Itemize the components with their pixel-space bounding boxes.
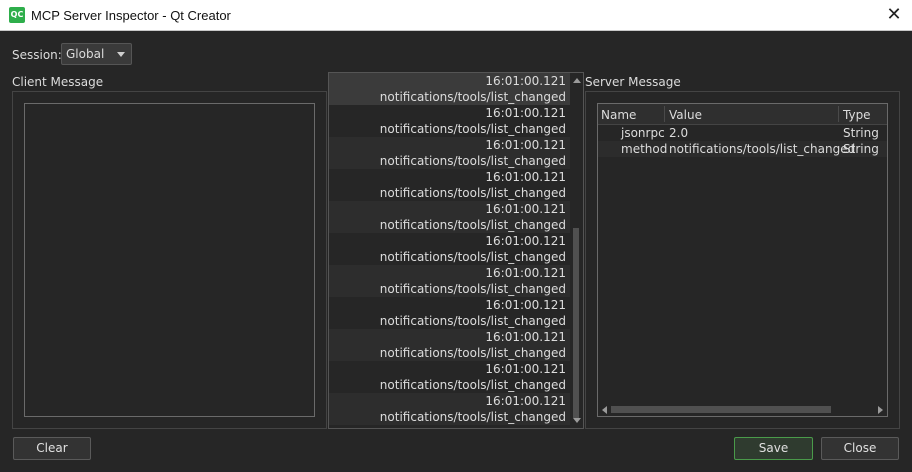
message-timestamp: 16:01:00.121 (485, 202, 566, 216)
server-message-label: Server Message (585, 75, 681, 89)
message-timestamp: 16:01:00.121 (485, 362, 566, 376)
session-combobox[interactable]: Global (61, 43, 132, 65)
cell-type: String (843, 126, 879, 140)
cell-name: jsonrpc (621, 126, 665, 140)
list-item[interactable]: 16:01:00.121 notifications/tools/list_cha… (329, 233, 571, 265)
message-method: notifications/tools/list_changed (379, 282, 566, 296)
cell-name: method (621, 142, 668, 156)
list-item[interactable]: 16:01:00.121 notifications/tools/list_cha… (329, 73, 571, 105)
scroll-down-icon[interactable] (573, 418, 581, 423)
message-method: notifications/tools/list_changed (379, 410, 566, 424)
clear-button[interactable]: Clear (13, 437, 91, 460)
message-method: notifications/tools/list_changed (379, 218, 566, 232)
message-timestamp: 16:01:00.121 (485, 106, 566, 120)
message-timestamp: 16:01:00.121 (485, 330, 566, 344)
column-header-value[interactable]: Value (669, 108, 702, 122)
cell-type: String (843, 142, 879, 156)
session-label: Session: (12, 48, 62, 62)
window-title: MCP Server Inspector - Qt Creator (31, 8, 231, 23)
save-button[interactable]: Save (734, 437, 813, 460)
message-method: notifications/tools/list_changed (379, 90, 566, 104)
message-timestamp: 16:01:00.121 (485, 394, 566, 408)
tree-row[interactable]: jsonrpc 2.0 String (598, 125, 887, 141)
message-method: notifications/tools/list_changed (379, 122, 566, 136)
close-button[interactable]: Close (821, 437, 899, 460)
session-value: Global (66, 47, 105, 61)
list-item[interactable]: 16:01:00.121 notifications/tools/list_cha… (329, 393, 571, 425)
scroll-left-icon[interactable] (602, 406, 607, 414)
message-timestamp: 16:01:00.121 (485, 138, 566, 152)
scroll-thumb[interactable] (611, 406, 831, 413)
message-list-items: 16:01:00.121 notifications/tools/list_cha… (329, 73, 571, 425)
list-item[interactable]: 16:01:00.121 notifications/tools/list_cha… (329, 137, 571, 169)
column-divider[interactable] (838, 106, 839, 122)
message-timestamp: 16:01:00.121 (485, 266, 566, 280)
message-timestamp: 16:01:00.121 (485, 298, 566, 312)
close-window-icon[interactable]: ✕ (884, 5, 904, 25)
column-divider[interactable] (664, 106, 665, 122)
scroll-up-icon[interactable] (573, 78, 581, 83)
message-timestamp: 16:01:00.121 (485, 234, 566, 248)
list-item[interactable]: 16:01:00.121 notifications/tools/list_cha… (329, 265, 571, 297)
list-item[interactable]: 16:01:00.121 notifications/tools/list_cha… (329, 201, 571, 233)
list-item[interactable]: 16:01:00.121 notifications/tools/list_cha… (329, 169, 571, 201)
cell-value: 2.0 (669, 126, 689, 140)
message-method: notifications/tools/list_changed (379, 378, 566, 392)
message-timestamp: 16:01:00.121 (485, 74, 566, 88)
list-item[interactable]: 16:01:00.121 notifications/tools/list_cha… (329, 297, 571, 329)
message-method: notifications/tools/list_changed (379, 186, 566, 200)
message-timestamp: 16:01:00.121 (485, 170, 566, 184)
message-method: notifications/tools/list_changed (379, 314, 566, 328)
message-list[interactable]: 16:01:00.121 notifications/tools/list_cha… (328, 72, 584, 429)
chevron-down-icon (117, 52, 125, 57)
scroll-right-icon[interactable] (878, 406, 883, 414)
tree-header: Name Value Type (598, 104, 887, 125)
message-method: notifications/tools/list_changed (379, 250, 566, 264)
list-item[interactable]: 16:01:00.121 notifications/tools/list_cha… (329, 361, 571, 393)
tree-row[interactable]: method notifications/tools/list_changed … (598, 141, 887, 157)
list-item[interactable]: 16:01:00.121 notifications/tools/list_cha… (329, 329, 571, 361)
cell-value: notifications/tools/list_changed (669, 142, 856, 156)
qt-creator-icon: QC (9, 7, 25, 23)
message-method: notifications/tools/list_changed (379, 346, 566, 360)
tree-horizontal-scrollbar[interactable] (598, 403, 887, 416)
message-method: notifications/tools/list_changed (379, 154, 566, 168)
column-header-type[interactable]: Type (843, 108, 871, 122)
list-item[interactable]: 16:01:00.121 notifications/tools/list_cha… (329, 105, 571, 137)
title-bar: QC MCP Server Inspector - Qt Creator ✕ (0, 0, 912, 31)
client-message-textarea[interactable] (24, 103, 315, 417)
scroll-thumb[interactable] (573, 228, 579, 418)
message-list-scrollbar[interactable] (570, 73, 583, 428)
column-header-name[interactable]: Name (601, 108, 636, 122)
client-message-label: Client Message (12, 75, 104, 89)
server-message-tree[interactable]: Name Value Type jsonrpc 2.0 String metho… (597, 103, 888, 417)
